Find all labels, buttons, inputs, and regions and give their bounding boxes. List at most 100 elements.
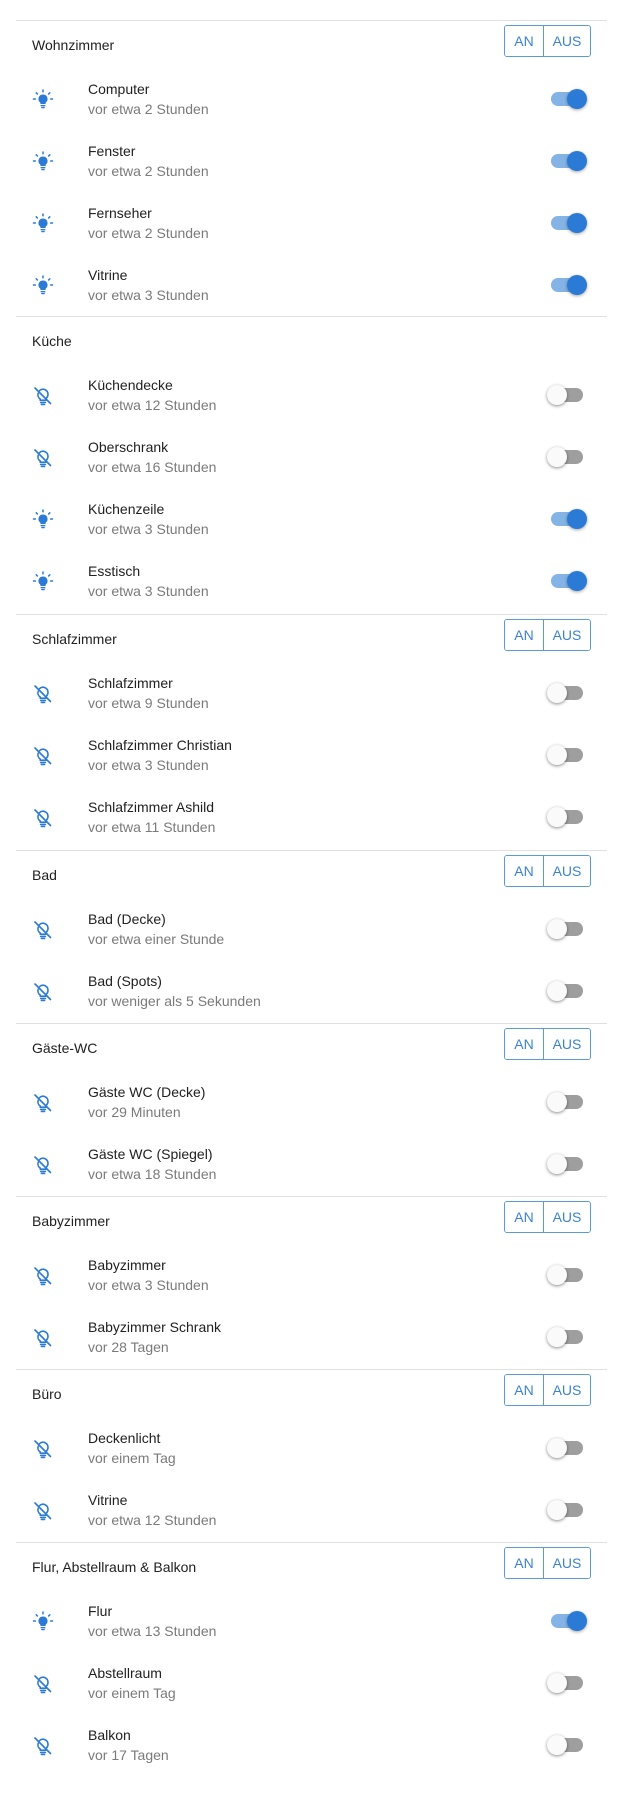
light-row[interactable]: Babyzimmer Schrank vor 28 Tagen — [16, 1307, 607, 1369]
light-row[interactable]: Schlafzimmer Ashild vor etwa 11 Stunden — [16, 787, 607, 849]
toggle-knob — [547, 1092, 567, 1112]
light-name[interactable]: Schlafzimmer Ashild — [88, 799, 214, 815]
all-on-button[interactable]: AN — [505, 1202, 544, 1232]
light-toggle-switch[interactable] — [547, 1438, 587, 1458]
light-row[interactable]: Oberschrank vor etwa 16 Stunden — [16, 427, 607, 489]
light-row[interactable]: Schlafzimmer Christian vor etwa 3 Stunden — [16, 725, 607, 787]
light-name[interactable]: Bad (Decke) — [88, 911, 166, 927]
light-toggle-switch[interactable] — [547, 447, 587, 467]
light-name[interactable]: Abstellraum — [88, 1665, 162, 1681]
light-name[interactable]: Flur — [88, 1603, 112, 1619]
all-on-button[interactable]: AN — [505, 1375, 544, 1405]
light-row[interactable]: Küchendecke vor etwa 12 Stunden — [16, 365, 607, 427]
light-row[interactable]: Küchenzeile vor etwa 3 Stunden — [16, 489, 607, 551]
light-row[interactable]: Fenster vor etwa 2 Stunden — [16, 131, 607, 193]
light-row[interactable]: Abstellraum vor einem Tag — [16, 1653, 607, 1715]
light-row[interactable]: Bad (Spots) vor weniger als 5 Sekunden — [16, 961, 607, 1023]
light-toggle-switch[interactable] — [547, 1673, 587, 1693]
light-name[interactable]: Fernseher — [88, 205, 152, 221]
last-changed-time: vor etwa 3 Stunden — [88, 287, 209, 303]
light-toggle-switch[interactable] — [547, 1154, 587, 1174]
light-toggle-switch[interactable] — [547, 683, 587, 703]
lightbulb-off-icon — [31, 1672, 55, 1696]
light-toggle-switch[interactable] — [547, 1735, 587, 1755]
light-name[interactable]: Vitrine — [88, 1492, 127, 1508]
last-changed-time: vor einem Tag — [88, 1450, 176, 1466]
light-name[interactable]: Babyzimmer Schrank — [88, 1319, 221, 1335]
all-off-button[interactable]: AUS — [544, 1548, 590, 1578]
all-off-button[interactable]: AUS — [544, 856, 590, 886]
light-toggle-switch[interactable] — [547, 981, 587, 1001]
light-row[interactable]: Schlafzimmer vor etwa 9 Stunden — [16, 663, 607, 725]
light-name[interactable]: Fenster — [88, 143, 135, 159]
last-changed-time: vor etwa 3 Stunden — [88, 521, 209, 537]
light-row[interactable]: Flur vor etwa 13 Stunden — [16, 1591, 607, 1653]
toggle-knob — [547, 385, 567, 405]
last-changed-time: vor etwa 2 Stunden — [88, 225, 209, 241]
last-changed-time: vor etwa 9 Stunden — [88, 695, 209, 711]
light-row[interactable]: Balkon vor 17 Tagen — [16, 1715, 607, 1777]
light-toggle-switch[interactable] — [547, 807, 587, 827]
light-toggle-switch[interactable] — [547, 1092, 587, 1112]
last-changed-time: vor etwa 18 Stunden — [88, 1166, 217, 1182]
light-row[interactable]: Babyzimmer vor etwa 3 Stunden — [16, 1245, 607, 1307]
light-name[interactable]: Deckenlicht — [88, 1430, 160, 1446]
light-name[interactable]: Küchendecke — [88, 377, 173, 393]
last-changed-time: vor etwa 2 Stunden — [88, 163, 209, 179]
lightbulb-on-icon — [31, 150, 55, 174]
light-toggle-switch[interactable] — [547, 275, 587, 295]
light-toggle-switch[interactable] — [547, 571, 587, 591]
light-row[interactable]: Computer vor etwa 2 Stunden — [16, 69, 607, 131]
light-name[interactable]: Vitrine — [88, 267, 127, 283]
light-name[interactable]: Küchenzeile — [88, 501, 164, 517]
all-off-button[interactable]: AUS — [544, 1202, 590, 1232]
light-toggle-switch[interactable] — [547, 509, 587, 529]
light-row[interactable]: Vitrine vor etwa 12 Stunden — [16, 1480, 607, 1542]
light-name[interactable]: Schlafzimmer — [88, 675, 173, 691]
light-toggle-switch[interactable] — [547, 213, 587, 233]
all-on-button[interactable]: AN — [505, 1029, 544, 1059]
all-off-button[interactable]: AUS — [544, 1375, 590, 1405]
light-toggle-switch[interactable] — [547, 1265, 587, 1285]
group-toggle-buttons: AN AUS — [504, 1028, 591, 1060]
light-row[interactable]: Deckenlicht vor einem Tag — [16, 1418, 607, 1480]
lightbulb-off-icon — [31, 1499, 55, 1523]
all-on-button[interactable]: AN — [505, 1548, 544, 1578]
light-toggle-switch[interactable] — [547, 745, 587, 765]
room-header: Bad AN AUS — [16, 851, 607, 899]
light-toggle-switch[interactable] — [547, 1327, 587, 1347]
light-row[interactable]: Vitrine vor etwa 3 Stunden — [16, 255, 607, 317]
light-name[interactable]: Gäste WC (Decke) — [88, 1084, 205, 1100]
light-name[interactable]: Oberschrank — [88, 439, 168, 455]
light-toggle-switch[interactable] — [547, 89, 587, 109]
last-changed-time: vor einem Tag — [88, 1685, 176, 1701]
light-toggle-switch[interactable] — [547, 1500, 587, 1520]
group-toggle-buttons: AN AUS — [504, 855, 591, 887]
light-name[interactable]: Esstisch — [88, 563, 140, 579]
light-toggle-switch[interactable] — [547, 151, 587, 171]
all-off-button[interactable]: AUS — [544, 620, 590, 650]
light-name[interactable]: Bad (Spots) — [88, 973, 162, 989]
light-row[interactable]: Fernseher vor etwa 2 Stunden — [16, 193, 607, 255]
light-toggle-switch[interactable] — [547, 919, 587, 939]
light-toggle-switch[interactable] — [547, 385, 587, 405]
toggle-knob — [567, 213, 587, 233]
light-row[interactable]: Gäste WC (Spiegel) vor etwa 18 Stunden — [16, 1134, 607, 1196]
all-off-button[interactable]: AUS — [544, 26, 590, 56]
lightbulb-on-icon — [31, 570, 55, 594]
light-row[interactable]: Gäste WC (Decke) vor 29 Minuten — [16, 1072, 607, 1134]
all-off-button[interactable]: AUS — [544, 1029, 590, 1059]
light-name[interactable]: Gäste WC (Spiegel) — [88, 1146, 212, 1162]
light-name[interactable]: Balkon — [88, 1727, 131, 1743]
light-row[interactable]: Bad (Decke) vor etwa einer Stunde — [16, 899, 607, 961]
light-name[interactable]: Schlafzimmer Christian — [88, 737, 232, 753]
room-header: Flur, Abstellraum & Balkon AN AUS — [16, 1543, 607, 1591]
light-toggle-switch[interactable] — [547, 1611, 587, 1631]
all-on-button[interactable]: AN — [505, 26, 544, 56]
light-name[interactable]: Computer — [88, 81, 149, 97]
light-row[interactable]: Esstisch vor etwa 3 Stunden — [16, 551, 607, 613]
light-name[interactable]: Babyzimmer — [88, 1257, 166, 1273]
lightbulb-on-icon — [31, 274, 55, 298]
all-on-button[interactable]: AN — [505, 856, 544, 886]
all-on-button[interactable]: AN — [505, 620, 544, 650]
